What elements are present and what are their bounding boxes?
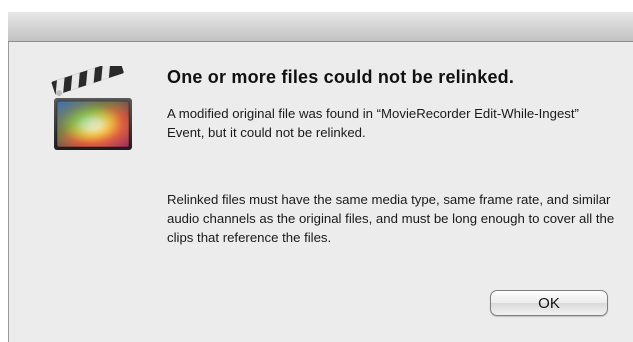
final-cut-pro-clapperboard-icon [51,66,132,150]
window-titlebar[interactable] [8,12,633,42]
dialog-message: A modified original file was found in “M… [167,106,579,140]
dialog-heading: One or more files could not be relinked. [167,67,515,87]
dialog-detail: Relinked files must have the same media … [167,192,615,245]
screen: One or more files could not be relinked.… [0,0,633,342]
ok-button[interactable]: OK [490,290,608,316]
